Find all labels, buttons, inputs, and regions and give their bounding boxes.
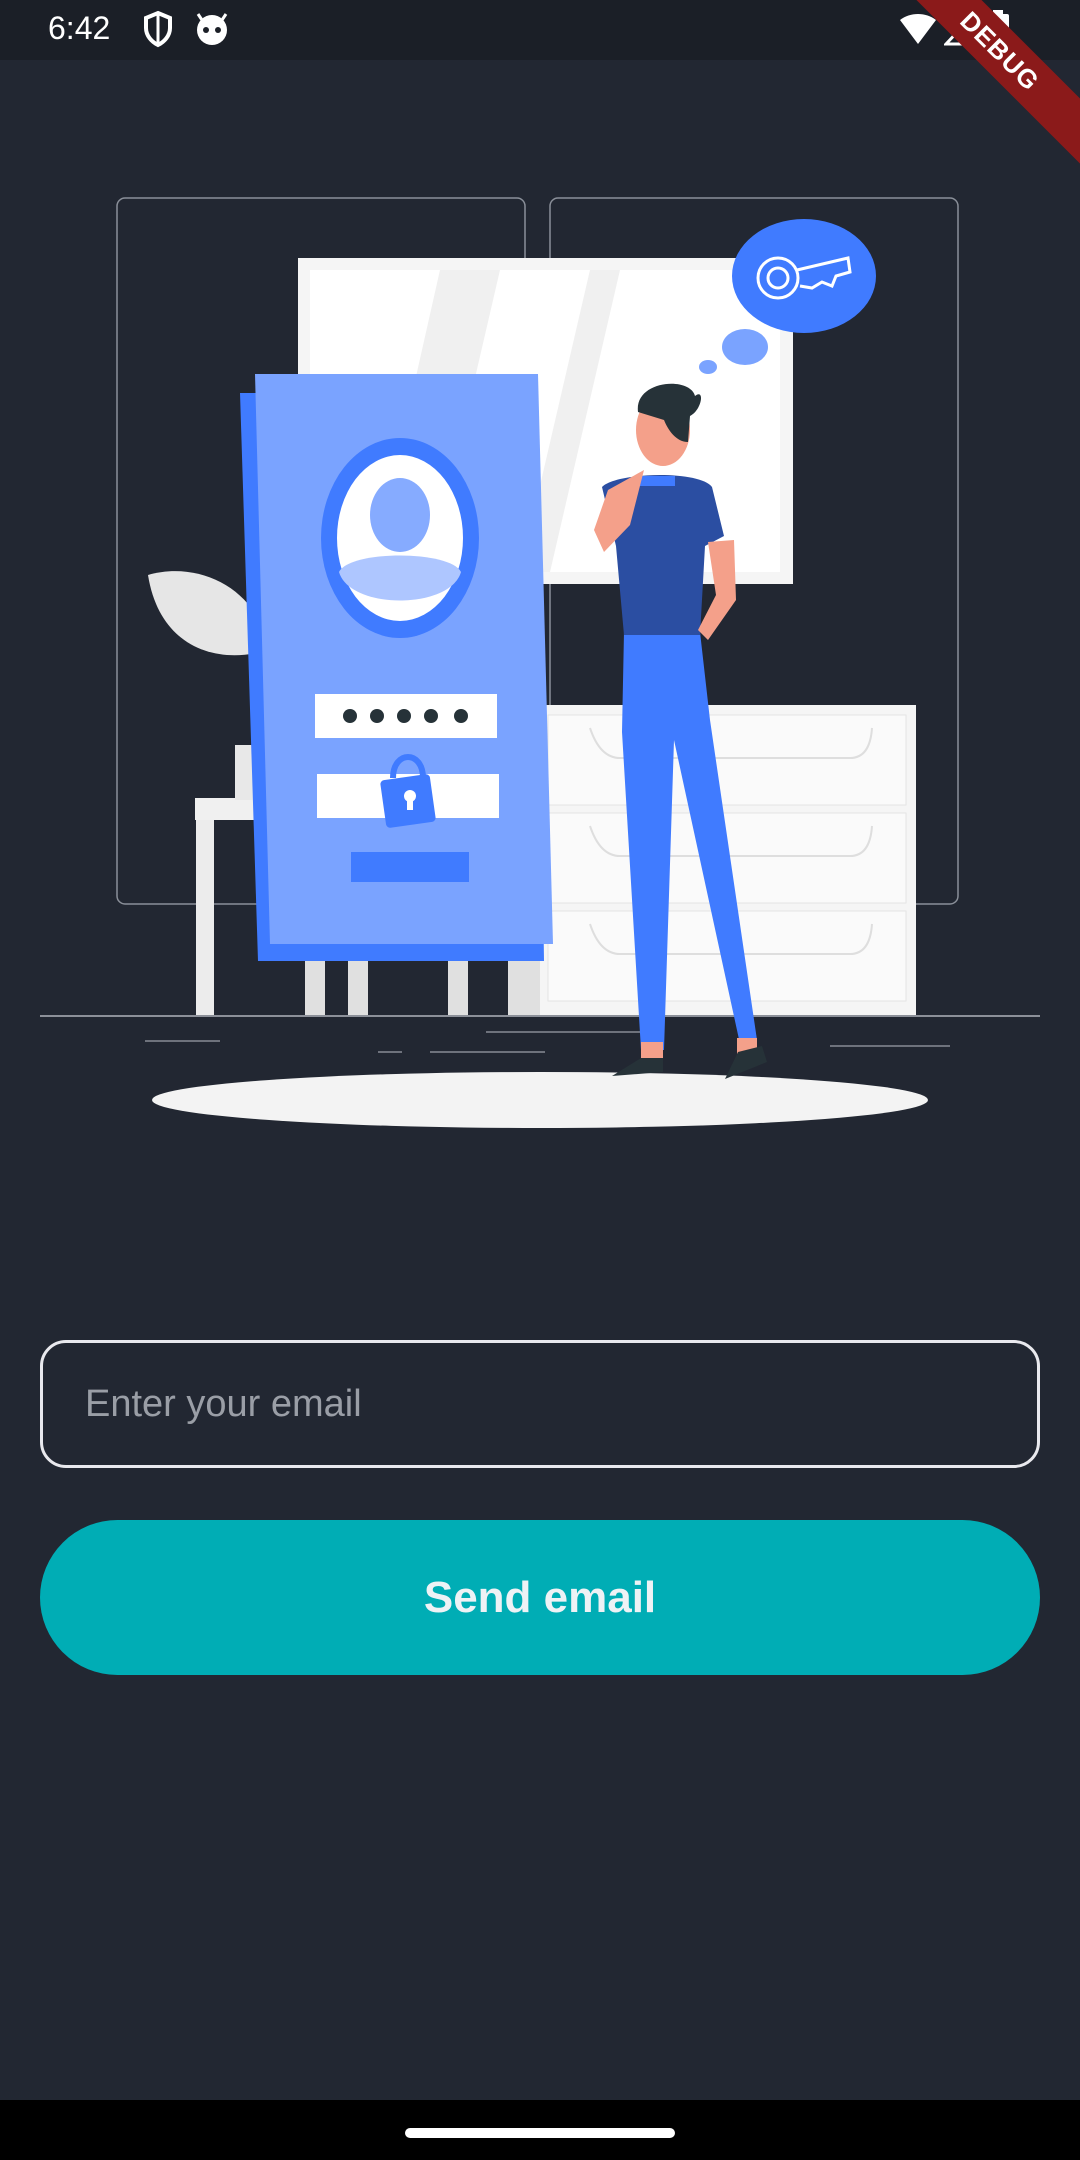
key-bubble (732, 219, 876, 333)
status-bar: 6:42 (0, 0, 1080, 60)
status-time: 6:42 (48, 10, 111, 46)
send-email-button[interactable]: Send email (40, 1520, 1040, 1675)
email-field[interactable] (40, 1340, 1040, 1468)
floor-shadow (152, 1072, 928, 1128)
forgot-password-illustration (40, 197, 1040, 1128)
shield-icon (144, 10, 172, 48)
home-indicator[interactable] (405, 2128, 675, 2138)
android-face-icon (196, 13, 228, 45)
